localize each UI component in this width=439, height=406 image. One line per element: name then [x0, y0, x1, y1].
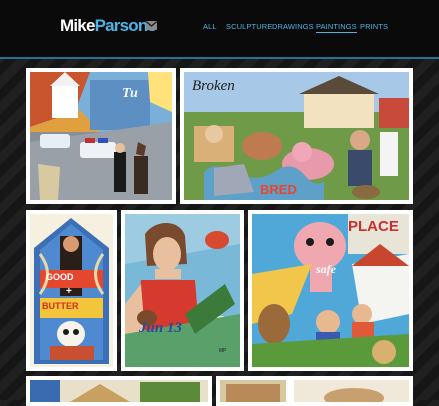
painting-image-7 [220, 380, 286, 402]
painting-image-3: GOOD + BUTTER [30, 214, 113, 367]
painting-text-2b: BRED [260, 182, 297, 197]
painting-tile-1[interactable]: Tu [26, 68, 176, 204]
painting-tile-6[interactable] [26, 376, 212, 406]
painting-image-5: PLACE safe [252, 214, 409, 367]
nav-all[interactable]: ALL [203, 22, 217, 32]
main-nav: ALL SCULPTURE DRAWINGS PAINTINGS PRINTS [0, 22, 439, 36]
painting-text-4b: MP [219, 348, 227, 354]
painting-text-3a: GOOD [46, 272, 74, 282]
painting-image-4: Jun 13 MP [125, 214, 240, 367]
nav-prints[interactable]: PRINTS [360, 22, 388, 32]
painting-image-6 [30, 380, 208, 402]
painting-image-1: Tu [30, 72, 172, 200]
painting-tile-5[interactable]: PLACE safe [248, 210, 413, 371]
painting-tile-2[interactable]: Broken BRED [180, 68, 413, 204]
nav-paintings[interactable]: PAINTINGS [316, 22, 357, 33]
painting-tile-8[interactable] [290, 376, 413, 406]
nav-sculpture[interactable]: SCULPTURE [226, 22, 272, 32]
painting-text-1: Tu [122, 86, 138, 101]
painting-text-5a: PLACE [348, 218, 399, 235]
painting-image-8 [294, 380, 409, 402]
painting-text-3c: BUTTER [42, 301, 79, 311]
site-header: MikeParsons ALL SCULPTURE DRAWINGS PAINT… [0, 0, 439, 59]
painting-tile-4[interactable]: Jun 13 MP [121, 210, 244, 371]
painting-text-3b: + [66, 286, 72, 297]
painting-image-2: Broken BRED [184, 72, 409, 200]
painting-tile-7[interactable] [216, 376, 290, 406]
painting-text-4a: Jun 13 [139, 320, 182, 336]
nav-drawings[interactable]: DRAWINGS [272, 22, 314, 32]
painting-text-5b: safe [316, 262, 336, 276]
painting-tile-3[interactable]: GOOD + BUTTER [26, 210, 117, 371]
painting-text-2a: Broken [192, 78, 235, 94]
